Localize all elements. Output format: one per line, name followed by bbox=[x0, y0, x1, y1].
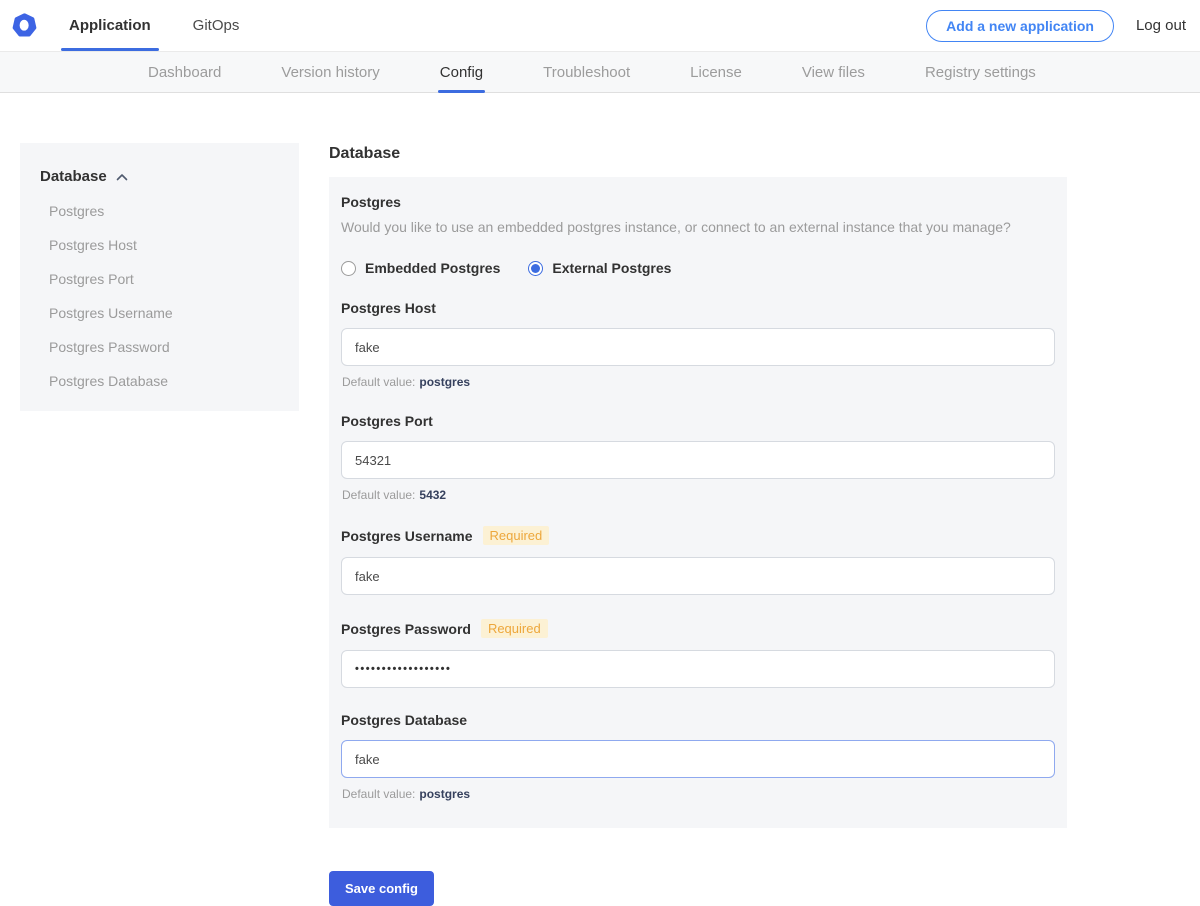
radio-option-embedded-postgres[interactable]: Embedded Postgres bbox=[341, 260, 500, 276]
subnav-tab-troubleshoot[interactable]: Troubleshoot bbox=[543, 52, 630, 92]
subnav-tab-version-history[interactable]: Version history bbox=[281, 52, 379, 92]
default-value-hint: Default value: 5432 bbox=[342, 488, 1055, 502]
field-label: Postgres Port bbox=[341, 413, 433, 429]
config-fields: Postgres HostDefault value:postgresPostg… bbox=[341, 300, 1055, 801]
field-label-row: Postgres Password Required bbox=[341, 619, 1055, 638]
radio-option-external-postgres[interactable]: External Postgres bbox=[528, 260, 671, 276]
chevron-up-icon bbox=[116, 173, 128, 181]
input-postgres-database[interactable] bbox=[341, 740, 1055, 778]
config-item-postgres: Postgres Would you like to use an embedd… bbox=[341, 194, 1055, 276]
app-logo[interactable] bbox=[10, 0, 39, 51]
top-tab-gitops[interactable]: GitOps bbox=[191, 0, 242, 51]
field-label: Postgres Password bbox=[341, 621, 471, 637]
default-value-prefix: Default value: bbox=[342, 787, 415, 801]
config-panel: Postgres Would you like to use an embedd… bbox=[329, 177, 1067, 828]
field-label-row: Postgres Host bbox=[341, 300, 1055, 316]
app-logo-icon bbox=[10, 11, 39, 40]
input-postgres-host[interactable] bbox=[341, 328, 1055, 366]
field-label-row: Postgres Database bbox=[341, 712, 1055, 728]
subnav-tab-view-files[interactable]: View files bbox=[802, 52, 865, 92]
sidebar-item-postgres-username[interactable]: Postgres Username bbox=[40, 305, 283, 321]
input-postgres-password[interactable] bbox=[341, 650, 1055, 688]
config-field-postgres-host: Postgres Host Default value: postgres bbox=[341, 300, 1055, 389]
top-header: Application GitOps Add a new application … bbox=[0, 0, 1200, 51]
postgres-item-help: Would you like to use an embedded postgr… bbox=[341, 219, 1055, 235]
default-value-prefix: Default value: bbox=[342, 488, 415, 502]
app-subnav: Dashboard Version history Config Troublesho… bbox=[0, 51, 1200, 93]
sidebar-group-label: Database bbox=[40, 168, 107, 185]
default-value: postgres bbox=[419, 787, 470, 801]
subnav-tab-license[interactable]: License bbox=[690, 52, 742, 92]
sidebar-item-postgres-password[interactable]: Postgres Password bbox=[40, 339, 283, 355]
sidebar-group-database[interactable]: Database bbox=[40, 168, 283, 185]
default-value-hint: Default value: postgres bbox=[342, 375, 1055, 389]
sidebar-item-list: Postgres Postgres Host Postgres Port Postgr… bbox=[40, 203, 283, 389]
sidebar-item-postgres-database[interactable]: Postgres Database bbox=[40, 373, 283, 389]
top-right-actions: Add a new application Log out bbox=[926, 0, 1186, 51]
subnav-tab-registry-settings[interactable]: Registry settings bbox=[925, 52, 1036, 92]
field-label: Postgres Database bbox=[341, 712, 467, 728]
config-field-postgres-port: Postgres Port Default value: 5432 bbox=[341, 413, 1055, 502]
sidebar-item-postgres[interactable]: Postgres bbox=[40, 203, 283, 219]
required-badge: Required bbox=[483, 526, 550, 545]
input-postgres-port[interactable] bbox=[341, 441, 1055, 479]
field-label-row: Postgres Port bbox=[341, 413, 1055, 429]
add-new-application-button[interactable]: Add a new application bbox=[926, 10, 1114, 42]
save-config-button[interactable]: Save config bbox=[329, 871, 434, 906]
sidebar-item-postgres-port[interactable]: Postgres Port bbox=[40, 271, 283, 287]
config-field-postgres-password: Postgres Password Required bbox=[341, 619, 1055, 688]
top-tab-application[interactable]: Application bbox=[67, 0, 153, 51]
field-label: Postgres Username bbox=[341, 528, 473, 544]
radio-selected-icon[interactable] bbox=[528, 261, 543, 276]
logout-button[interactable]: Log out bbox=[1136, 17, 1186, 34]
config-main: Database Postgres Would you like to use … bbox=[329, 143, 1067, 906]
default-value: postgres bbox=[419, 375, 470, 389]
required-badge: Required bbox=[481, 619, 548, 638]
radio-option-label: Embedded Postgres bbox=[365, 260, 500, 276]
page-content: Database Postgres Postgres Host Postgres P… bbox=[0, 93, 1200, 906]
sidebar-item-postgres-host[interactable]: Postgres Host bbox=[40, 237, 283, 253]
config-field-postgres-database: Postgres Database Default value: postgres bbox=[341, 712, 1055, 801]
subnav-tab-dashboard[interactable]: Dashboard bbox=[148, 52, 221, 92]
postgres-item-label: Postgres bbox=[341, 194, 1055, 210]
config-sidebar: Database Postgres Postgres Host Postgres P… bbox=[20, 143, 299, 411]
field-label-row: Postgres Username Required bbox=[341, 526, 1055, 545]
section-title: Database bbox=[329, 145, 1067, 163]
default-value-prefix: Default value: bbox=[342, 375, 415, 389]
default-value: 5432 bbox=[419, 488, 446, 502]
config-field-postgres-username: Postgres Username Required bbox=[341, 526, 1055, 595]
top-nav: Application GitOps bbox=[67, 0, 241, 51]
radio-unselected-icon[interactable] bbox=[341, 261, 356, 276]
subnav-tab-config[interactable]: Config bbox=[440, 52, 483, 92]
default-value-hint: Default value: postgres bbox=[342, 787, 1055, 801]
input-postgres-username[interactable] bbox=[341, 557, 1055, 595]
field-label: Postgres Host bbox=[341, 300, 436, 316]
postgres-radio-group: Embedded Postgres External Postgres bbox=[341, 260, 1055, 276]
radio-option-label: External Postgres bbox=[552, 260, 671, 276]
